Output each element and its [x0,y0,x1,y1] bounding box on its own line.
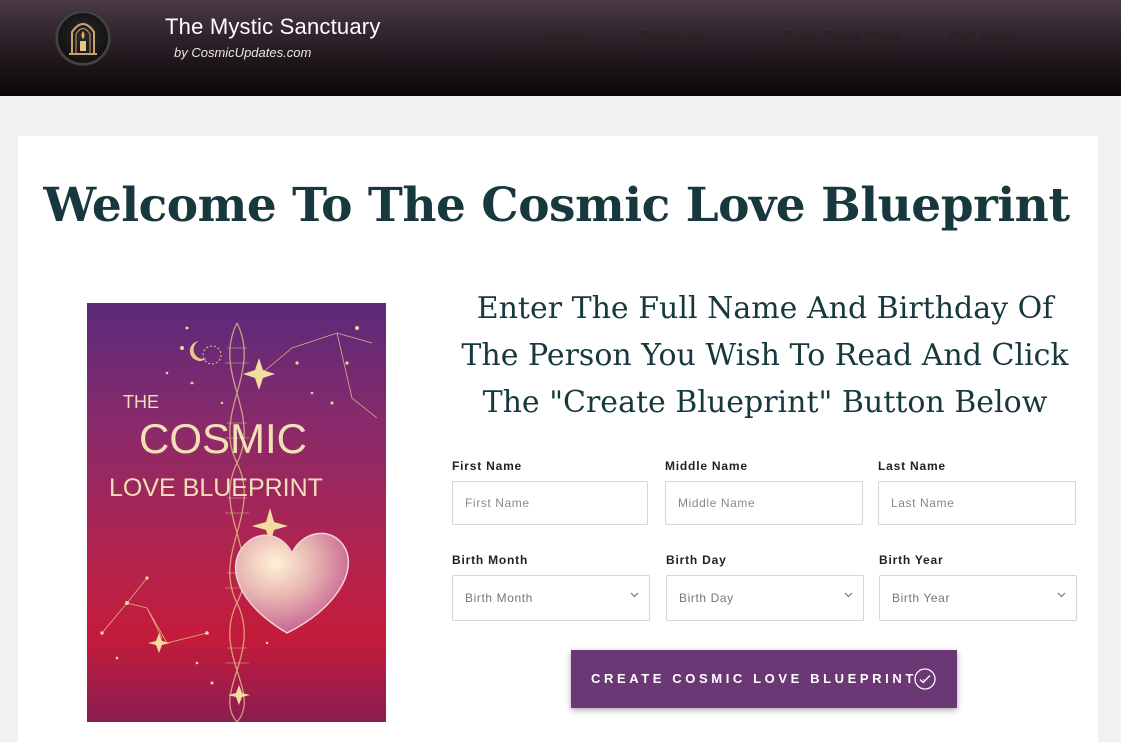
nav-products-label: Products [639,29,709,46]
nav-home[interactable]: Home [544,29,588,47]
brand-title[interactable]: The Mystic Sanctuary [165,14,381,40]
cover-line2: COSMIC [139,415,307,462]
birth-day-value: Birth Day [679,591,734,605]
brand-subtitle: by CosmicUpdates.com [174,45,312,60]
chevron-down-icon [716,30,726,44]
birth-year-select[interactable]: Birth Year [879,575,1077,621]
birth-day-label: Birth Day [666,553,727,567]
birth-month-select[interactable]: Birth Month [452,575,650,621]
last-name-input[interactable] [878,481,1076,525]
site-logo[interactable] [55,10,111,66]
birth-year-value: Birth Year [892,591,951,605]
nav-products[interactable]: Products [639,29,726,47]
birth-year-label: Birth Year [879,553,944,567]
cover-line3: LOVE BLUEPRINT [109,474,323,502]
middle-name-label: Middle Name [665,459,748,473]
chevron-down-icon [630,589,639,601]
chevron-down-icon [844,589,853,601]
chevron-down-icon [1057,589,1066,601]
middle-name-input[interactable] [665,481,863,525]
nav-get-help[interactable]: Get Help [949,29,1015,47]
candle-arch-logo-icon [56,11,110,65]
last-name-label: Last Name [878,459,946,473]
first-name-input[interactable] [452,481,648,525]
create-blueprint-button[interactable]: CREATE COSMIC LOVE BLUEPRINT [571,650,957,708]
first-name-label: First Name [452,459,523,473]
birth-month-value: Birth Month [465,591,533,605]
check-circle-icon [914,668,936,690]
nav-free-tarot-chat[interactable]: Free Tarot Chat [783,29,900,47]
page-title: Welcome To The Cosmic Love Blueprint [43,178,1070,233]
form-instructions: Enter The Full Name And Birthday Of The … [461,291,1069,420]
site-header: The Mystic Sanctuary by CosmicUpdates.co… [0,0,1121,96]
create-blueprint-label: CREATE COSMIC LOVE BLUEPRINT [591,671,917,686]
cover-line1: THE [123,392,159,412]
cover-artwork: THE COSMIC LOVE BLUEPRINT [100,322,378,722]
product-cover-image: THE COSMIC LOVE BLUEPRINT [87,303,386,722]
birth-day-select[interactable]: Birth Day [666,575,864,621]
birth-month-label: Birth Month [452,553,529,567]
